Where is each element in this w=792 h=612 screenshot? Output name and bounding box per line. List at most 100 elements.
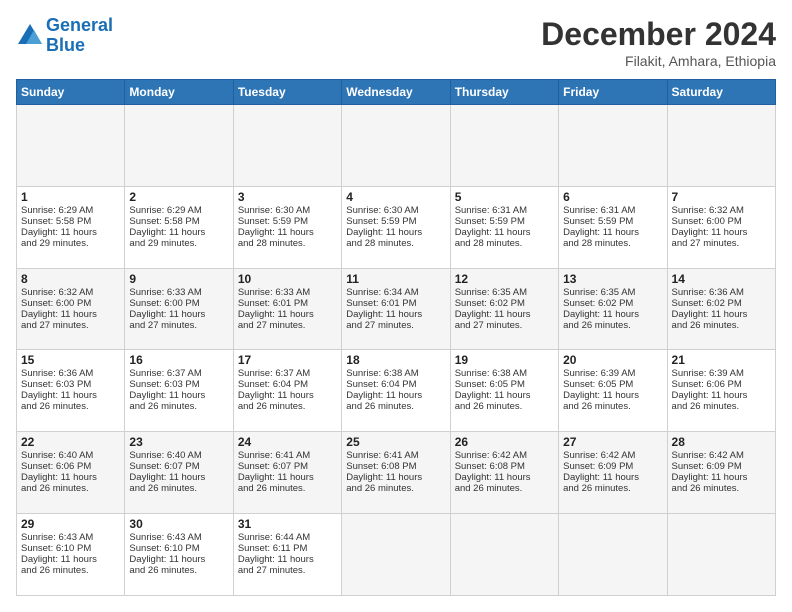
day-info: Daylight: 11 hours (129, 227, 228, 238)
day-info: Sunset: 6:08 PM (455, 461, 554, 472)
day-number: 27 (563, 435, 662, 449)
day-info: Daylight: 11 hours (563, 309, 662, 320)
day-info: Sunrise: 6:36 AM (672, 287, 771, 298)
day-header-tuesday: Tuesday (233, 80, 341, 105)
day-info: Sunset: 5:59 PM (346, 216, 445, 227)
day-info: Sunrise: 6:35 AM (563, 287, 662, 298)
day-info: Sunset: 5:58 PM (129, 216, 228, 227)
day-number: 18 (346, 353, 445, 367)
day-number: 29 (21, 517, 120, 531)
calendar-week-row: 29Sunrise: 6:43 AMSunset: 6:10 PMDayligh… (17, 514, 776, 596)
calendar-cell: 17Sunrise: 6:37 AMSunset: 6:04 PMDayligh… (233, 350, 341, 432)
calendar-cell (667, 514, 775, 596)
calendar-cell: 28Sunrise: 6:42 AMSunset: 6:09 PMDayligh… (667, 432, 775, 514)
day-info: Sunset: 6:00 PM (129, 298, 228, 309)
calendar-cell: 9Sunrise: 6:33 AMSunset: 6:00 PMDaylight… (125, 268, 233, 350)
day-info: Daylight: 11 hours (672, 227, 771, 238)
calendar-cell: 21Sunrise: 6:39 AMSunset: 6:06 PMDayligh… (667, 350, 775, 432)
day-info: Sunset: 6:02 PM (455, 298, 554, 309)
calendar-cell (342, 514, 450, 596)
day-info: Sunrise: 6:39 AM (563, 368, 662, 379)
day-info: Sunrise: 6:39 AM (672, 368, 771, 379)
day-info: Sunset: 6:05 PM (455, 379, 554, 390)
day-info: and 29 minutes. (21, 238, 120, 249)
day-info: and 26 minutes. (129, 483, 228, 494)
day-number: 4 (346, 190, 445, 204)
day-info: Sunrise: 6:40 AM (21, 450, 120, 461)
logo-icon (16, 22, 44, 50)
day-number: 13 (563, 272, 662, 286)
day-info: Daylight: 11 hours (455, 309, 554, 320)
day-info: Sunrise: 6:32 AM (21, 287, 120, 298)
day-info: Sunrise: 6:41 AM (346, 450, 445, 461)
day-info: Sunrise: 6:43 AM (21, 532, 120, 543)
day-info: Sunrise: 6:44 AM (238, 532, 337, 543)
day-info: Daylight: 11 hours (346, 390, 445, 401)
day-info: Sunrise: 6:42 AM (563, 450, 662, 461)
calendar-cell: 5Sunrise: 6:31 AMSunset: 5:59 PMDaylight… (450, 186, 558, 268)
day-info: and 27 minutes. (238, 565, 337, 576)
day-header-saturday: Saturday (667, 80, 775, 105)
calendar-cell: 18Sunrise: 6:38 AMSunset: 6:04 PMDayligh… (342, 350, 450, 432)
day-info: Daylight: 11 hours (672, 472, 771, 483)
day-info: Sunrise: 6:37 AM (238, 368, 337, 379)
day-info: Daylight: 11 hours (21, 390, 120, 401)
day-info: Daylight: 11 hours (455, 227, 554, 238)
calendar-week-row: 15Sunrise: 6:36 AMSunset: 6:03 PMDayligh… (17, 350, 776, 432)
calendar-cell: 1Sunrise: 6:29 AMSunset: 5:58 PMDaylight… (17, 186, 125, 268)
calendar-cell (450, 514, 558, 596)
day-info: Daylight: 11 hours (672, 390, 771, 401)
day-number: 20 (563, 353, 662, 367)
day-info: Sunset: 6:02 PM (672, 298, 771, 309)
day-info: Sunrise: 6:36 AM (21, 368, 120, 379)
day-number: 21 (672, 353, 771, 367)
calendar-cell (450, 105, 558, 187)
day-number: 2 (129, 190, 228, 204)
day-info: Sunset: 6:01 PM (238, 298, 337, 309)
day-info: and 26 minutes. (21, 565, 120, 576)
day-info: Sunset: 6:03 PM (21, 379, 120, 390)
day-info: and 26 minutes. (21, 483, 120, 494)
calendar-cell: 27Sunrise: 6:42 AMSunset: 6:09 PMDayligh… (559, 432, 667, 514)
day-number: 19 (455, 353, 554, 367)
day-info: Daylight: 11 hours (129, 309, 228, 320)
day-info: Daylight: 11 hours (346, 472, 445, 483)
day-header-friday: Friday (559, 80, 667, 105)
day-info: Sunset: 6:08 PM (346, 461, 445, 472)
day-info: Sunrise: 6:33 AM (129, 287, 228, 298)
day-info: Sunrise: 6:31 AM (455, 205, 554, 216)
day-info: and 26 minutes. (238, 483, 337, 494)
calendar-cell: 2Sunrise: 6:29 AMSunset: 5:58 PMDaylight… (125, 186, 233, 268)
day-info: Sunrise: 6:30 AM (346, 205, 445, 216)
calendar-cell (125, 105, 233, 187)
day-info: Daylight: 11 hours (455, 390, 554, 401)
day-info: Daylight: 11 hours (455, 472, 554, 483)
day-info: Daylight: 11 hours (563, 472, 662, 483)
day-info: Sunset: 6:07 PM (238, 461, 337, 472)
calendar-cell: 31Sunrise: 6:44 AMSunset: 6:11 PMDayligh… (233, 514, 341, 596)
calendar-cell: 15Sunrise: 6:36 AMSunset: 6:03 PMDayligh… (17, 350, 125, 432)
day-info: Sunset: 6:06 PM (21, 461, 120, 472)
calendar-cell (233, 105, 341, 187)
day-info: Sunset: 6:04 PM (346, 379, 445, 390)
calendar-cell (559, 514, 667, 596)
day-info: Daylight: 11 hours (129, 472, 228, 483)
location-subtitle: Filakit, Amhara, Ethiopia (541, 53, 776, 69)
day-number: 26 (455, 435, 554, 449)
day-info: and 29 minutes. (129, 238, 228, 249)
calendar-cell: 11Sunrise: 6:34 AMSunset: 6:01 PMDayligh… (342, 268, 450, 350)
day-number: 17 (238, 353, 337, 367)
calendar-week-row (17, 105, 776, 187)
day-number: 14 (672, 272, 771, 286)
day-info: and 26 minutes. (129, 565, 228, 576)
day-info: Daylight: 11 hours (21, 309, 120, 320)
day-number: 5 (455, 190, 554, 204)
day-header-sunday: Sunday (17, 80, 125, 105)
calendar-cell: 13Sunrise: 6:35 AMSunset: 6:02 PMDayligh… (559, 268, 667, 350)
calendar-cell: 3Sunrise: 6:30 AMSunset: 5:59 PMDaylight… (233, 186, 341, 268)
day-info: and 26 minutes. (672, 401, 771, 412)
day-info: and 28 minutes. (563, 238, 662, 249)
day-info: Daylight: 11 hours (238, 390, 337, 401)
day-info: and 26 minutes. (672, 320, 771, 331)
day-info: and 26 minutes. (563, 483, 662, 494)
